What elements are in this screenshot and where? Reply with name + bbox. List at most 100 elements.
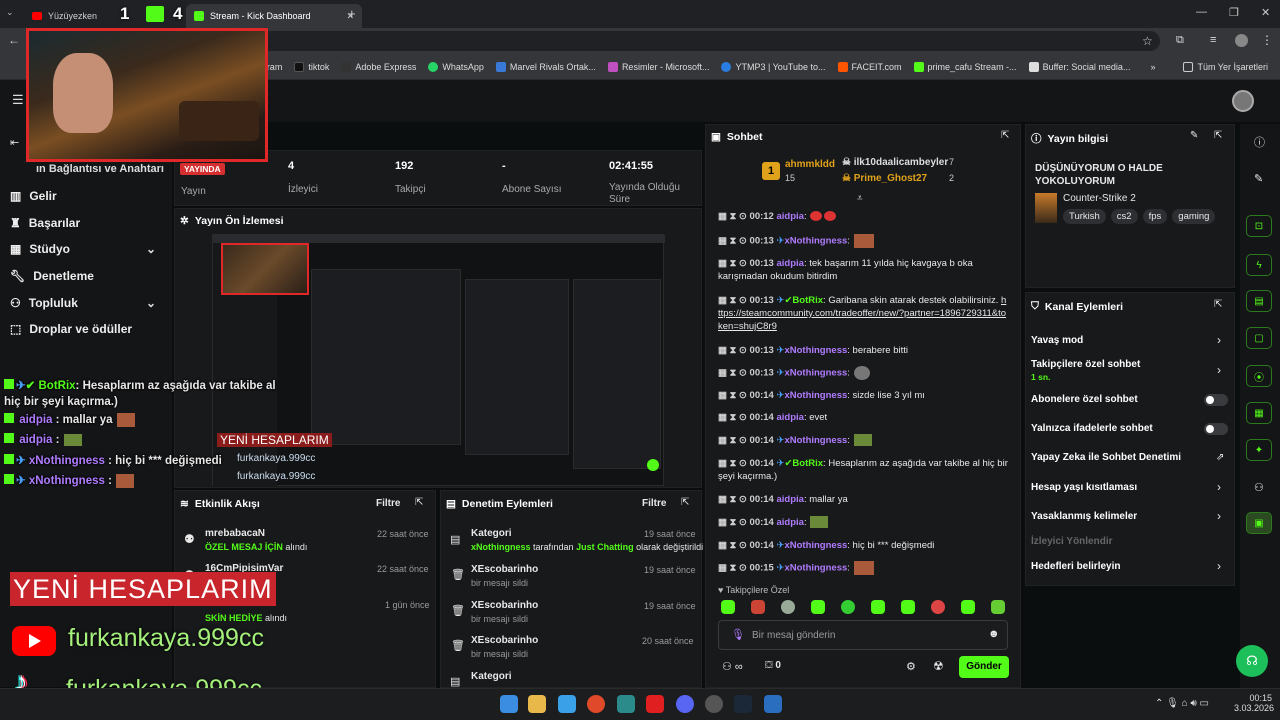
bookmark-marvel[interactable]: Marvel Rivals Ortak...: [495, 61, 596, 72]
sidebar-item-topluluk[interactable]: ⚇ Topluluk ⌄: [10, 296, 170, 310]
subscribers-only-toggle[interactable]: [1204, 394, 1228, 406]
chevron-right-icon[interactable]: ›: [1217, 333, 1221, 347]
chat-username[interactable]: xNothingness: [784, 368, 847, 379]
all-bookmarks[interactable]: Tüm Yer İşaretleri: [1183, 61, 1268, 72]
obs-icon[interactable]: [705, 695, 723, 713]
tag[interactable]: gaming: [1172, 209, 1216, 224]
emote-button[interactable]: [781, 600, 795, 614]
app-icon[interactable]: [764, 695, 782, 713]
action-ai-moderation[interactable]: Yapay Zeka ile Sohbet Denetimi: [1031, 452, 1181, 463]
bookmark-adobe-express[interactable]: Adobe Express: [341, 61, 416, 72]
start-icon[interactable]: [500, 695, 518, 713]
chat-username[interactable]: aidpia: [776, 211, 803, 222]
infinity-icon[interactable]: ⚇ ∞: [722, 660, 743, 673]
action-account-age[interactable]: Hesap yaşı kısıtlaması: [1031, 482, 1137, 493]
hamburger-icon[interactable]: ☰: [12, 92, 24, 108]
chat-username[interactable]: aidpia: [776, 412, 803, 423]
sidebar-item-basarilar[interactable]: ♜ Başarılar: [10, 216, 80, 230]
bookmark-prime-cafu[interactable]: prime_cafu Stream -...: [913, 61, 1017, 72]
close-window-button[interactable]: ✕: [1261, 6, 1270, 19]
chevron-right-icon[interactable]: ›: [1217, 509, 1221, 523]
settings-icon[interactable]: ⚙: [906, 660, 916, 673]
rail-button-wrench[interactable]: ✦: [1246, 439, 1272, 461]
app-icon[interactable]: [617, 695, 635, 713]
chat-username[interactable]: xNothingness: [784, 540, 847, 551]
points-display[interactable]: ⛋ 0: [765, 660, 781, 671]
popout-icon[interactable]: ⇱: [681, 497, 689, 508]
chat-username[interactable]: BotRix: [792, 295, 823, 306]
tag[interactable]: cs2: [1110, 209, 1138, 224]
rail-button-capture[interactable]: ⊡: [1246, 215, 1272, 237]
chat-username[interactable]: xNothingness: [784, 563, 847, 574]
chat-username[interactable]: aidpia: [776, 517, 803, 528]
popout-icon[interactable]: ⇱: [1214, 299, 1222, 310]
chrome-icon[interactable]: [587, 695, 605, 713]
rail-button-grid[interactable]: ▦: [1246, 402, 1272, 424]
more-bookmarks-icon[interactable]: »: [1150, 62, 1155, 72]
rail-button-game[interactable]: ▣: [1246, 512, 1272, 534]
action-followers-only[interactable]: Takipçilere özel sohbet: [1031, 359, 1140, 370]
chevron-right-icon[interactable]: ›: [1217, 480, 1221, 494]
popout-icon[interactable]: ⇱: [1214, 130, 1222, 141]
chevron-right-icon[interactable]: ›: [1217, 559, 1221, 573]
user-avatar[interactable]: [1232, 90, 1254, 112]
tag[interactable]: fps: [1142, 209, 1168, 224]
profile-avatar[interactable]: [1235, 34, 1248, 47]
rail-button-doc[interactable]: ▤: [1246, 290, 1272, 312]
action-banned-words[interactable]: Yasaklanmış kelimeler: [1031, 511, 1137, 522]
bookmark-buffer[interactable]: Buffer: Social media...: [1028, 61, 1130, 72]
emote-button[interactable]: [931, 600, 945, 614]
chat-username[interactable]: aidpia: [776, 258, 803, 269]
community-icon[interactable]: ⚇: [1254, 481, 1264, 494]
system-tray[interactable]: ⌃ 🎙︎ ⌂ 🔊︎ ▭: [1155, 698, 1209, 709]
emote-button[interactable]: [991, 600, 1005, 614]
discord-icon[interactable]: [676, 695, 694, 713]
popout-icon[interactable]: ⇱: [415, 497, 423, 508]
sidebar-item-studyo[interactable]: ▦ Stüdyo ⌄: [10, 242, 170, 256]
bookmark-tiktok[interactable]: tiktok: [294, 61, 329, 72]
preview-video[interactable]: YENİ HESAPLARIM furkankaya.999cc furkank…: [212, 234, 665, 487]
rail-button-broadcast[interactable]: ⦿: [1246, 365, 1272, 387]
chat-username[interactable]: xNothingness: [784, 345, 847, 356]
send-button[interactable]: Gönder: [959, 656, 1009, 678]
bookmark-resimler[interactable]: Resimler - Microsoft...: [607, 61, 709, 72]
chat-username[interactable]: xNothingness: [784, 236, 847, 247]
moderation-filter-button[interactable]: Filtre: [642, 498, 666, 509]
microphone-icon[interactable]: 🎙︎: [731, 628, 745, 641]
rail-button-chat[interactable]: ▢: [1246, 327, 1272, 349]
steam-icon[interactable]: [734, 695, 752, 713]
menu-icon[interactable]: ⋮: [1261, 33, 1273, 47]
bookmark-ytmp3[interactable]: YTMP3 | YouTube to...: [721, 61, 826, 72]
extensions-icon[interactable]: ⧉: [1176, 34, 1184, 47]
collapse-sidebar-icon[interactable]: ⇤: [10, 136, 19, 149]
clock[interactable]: 00:15 3.03.2026: [1234, 693, 1274, 713]
emote-button[interactable]: [901, 600, 915, 614]
pencil-icon[interactable]: ✎: [1254, 172, 1263, 185]
activity-filter-button[interactable]: Filtre: [376, 498, 400, 509]
chat-username[interactable]: aidpia: [776, 494, 803, 505]
pencil-icon[interactable]: ✎: [1190, 130, 1198, 141]
tab-list-icon[interactable]: ⌄: [6, 7, 14, 18]
emote-button[interactable]: [721, 600, 735, 614]
explorer-icon[interactable]: [528, 695, 546, 713]
bookmark-whatsapp[interactable]: WhatsApp: [428, 61, 484, 72]
tab-kick-dashboard[interactable]: Stream - Kick Dashboard ✕: [186, 4, 362, 28]
back-icon[interactable]: ←: [8, 33, 20, 47]
emote-button[interactable]: [811, 600, 825, 614]
external-link-icon[interactable]: ⇗: [1216, 452, 1224, 463]
outlook-icon[interactable]: [558, 695, 576, 713]
maximize-button[interactable]: ❐: [1229, 6, 1239, 19]
emote-button[interactable]: [961, 600, 975, 614]
action-set-goals[interactable]: Hedefleri belirleyin: [1031, 561, 1120, 572]
emote-button[interactable]: [841, 600, 855, 614]
emote-button[interactable]: [751, 600, 765, 614]
sidebar-item-denetleme[interactable]: 🔧︎ Denetleme: [10, 269, 94, 283]
sidebar-item-droplar[interactable]: ⬚ Droplar ve ödüller: [10, 322, 132, 336]
collapse-leaderboard-icon[interactable]: ⩡: [857, 193, 863, 204]
chat-username[interactable]: BotRix: [792, 458, 823, 469]
chat-username[interactable]: xNothingness: [784, 390, 847, 401]
star-icon[interactable]: ☆: [1142, 34, 1153, 48]
popout-icon[interactable]: ⇱: [1001, 130, 1009, 141]
minimize-button[interactable]: —: [1196, 6, 1207, 18]
emote-button[interactable]: [871, 600, 885, 614]
